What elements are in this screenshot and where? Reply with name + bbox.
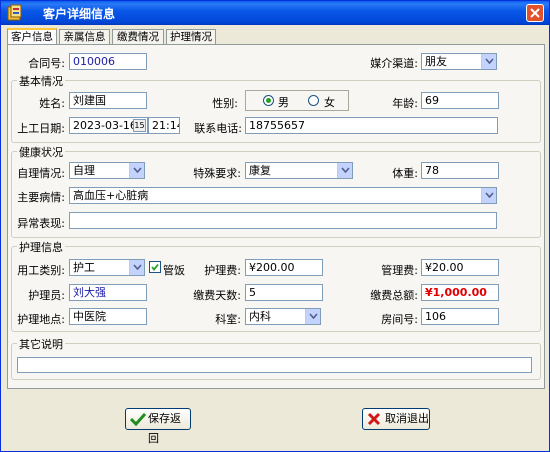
room-label: 房间号: — [381, 313, 418, 326]
age-label: 年龄: — [392, 97, 418, 110]
meal-checkbox[interactable] — [149, 261, 161, 273]
calendar-icon[interactable]: 15 — [133, 119, 146, 132]
dept-label: 科室: — [215, 313, 241, 326]
gender-radio-group: 男 女 — [245, 90, 349, 111]
chevron-down-icon[interactable] — [305, 309, 320, 324]
abnormal-label: 异常表现: — [17, 217, 65, 230]
place-label: 护理地点: — [17, 313, 65, 326]
selfcare-select[interactable]: 自理 — [69, 162, 145, 179]
worktype-value: 护工 — [73, 261, 95, 274]
time-field[interactable]: 21:14 — [148, 117, 180, 134]
save-button[interactable]: 保存返回 — [125, 408, 191, 445]
cancel-button-label: 取消退出 — [385, 412, 429, 425]
chevron-down-icon[interactable] — [337, 163, 352, 178]
place-field[interactable]: 中医院 — [69, 308, 147, 325]
contract-field[interactable]: 010006 — [69, 53, 147, 70]
days-field[interactable]: 5 — [245, 284, 323, 301]
selfcare-value: 自理 — [73, 164, 95, 177]
female-label: 女 — [324, 96, 335, 109]
other-notes-field[interactable] — [17, 357, 532, 373]
tab-customer-info[interactable]: 客户信息 — [7, 28, 57, 45]
window-title: 客户详细信息 — [43, 7, 116, 21]
tab-relatives-info[interactable]: 亲属信息 — [59, 29, 110, 44]
contract-label: 合同号: — [28, 57, 65, 70]
chevron-down-icon[interactable] — [129, 260, 144, 275]
date-field[interactable]: 2023-03-16 15 — [69, 117, 148, 134]
channel-value: 朋友 — [425, 55, 447, 68]
carefee-label: 护理费: — [204, 264, 241, 277]
tab-payment-info[interactable]: 缴费情况 — [112, 29, 164, 44]
mgmtfee-label: 管理费: — [381, 264, 418, 277]
gender-label: 性别: — [212, 97, 238, 110]
cross-icon — [367, 412, 381, 426]
cancel-button[interactable]: 取消退出 — [362, 408, 430, 430]
channel-label: 媒介渠道: — [370, 57, 418, 70]
chevron-down-icon[interactable] — [481, 188, 496, 203]
age-field[interactable]: 69 — [421, 92, 499, 109]
title-bar[interactable]: 客户详细信息 — [1, 1, 549, 25]
worktype-label: 用工类别: — [17, 264, 65, 277]
male-radio[interactable] — [263, 95, 274, 106]
weight-field[interactable]: 78 — [421, 162, 499, 179]
male-label: 男 — [278, 96, 289, 109]
check-icon — [130, 412, 146, 426]
total-field[interactable]: ¥1,000.00 — [421, 284, 499, 301]
name-field[interactable]: 刘建国 — [69, 92, 147, 109]
selfcare-label: 自理情况: — [17, 167, 65, 180]
tab-care-info[interactable]: 护理情况 — [166, 29, 216, 44]
dept-select[interactable]: 内科 — [245, 308, 321, 325]
close-button[interactable] — [526, 4, 544, 22]
female-radio[interactable] — [308, 95, 319, 106]
caregiver-field[interactable]: 刘大强 — [69, 284, 147, 301]
total-label: 缴费总额: — [370, 289, 418, 302]
dept-value: 内科 — [249, 310, 271, 323]
abnormal-field[interactable] — [69, 212, 497, 229]
weight-label: 体重: — [392, 167, 418, 180]
worktype-select[interactable]: 护工 — [69, 259, 145, 276]
health-title: 健康状况 — [17, 144, 65, 160]
close-icon — [530, 8, 540, 18]
date-value: 2023-03-16 — [73, 119, 137, 132]
mgmtfee-field[interactable]: ¥20.00 — [421, 259, 499, 276]
check-icon — [151, 263, 159, 271]
room-field[interactable]: 106 — [421, 308, 499, 325]
carefee-field[interactable]: ¥200.00 — [245, 259, 323, 276]
special-value: 康复 — [249, 164, 271, 177]
phone-label: 联系电话: — [194, 122, 242, 135]
caregiver-label: 护理员: — [28, 289, 65, 302]
care-title: 护理信息 — [17, 239, 65, 255]
channel-select[interactable]: 朋友 — [421, 53, 497, 70]
name-label: 姓名: — [39, 97, 65, 110]
special-select[interactable]: 康复 — [245, 162, 353, 179]
days-label: 缴费天数: — [193, 289, 241, 302]
other-title: 其它说明 — [17, 336, 65, 352]
disease-value: 高血压+心脏病 — [73, 189, 149, 202]
app-icon — [7, 4, 22, 21]
save-button-label: 保存返回 — [148, 412, 181, 445]
chevron-down-icon[interactable] — [129, 163, 144, 178]
date-label: 上工日期: — [17, 122, 65, 135]
dialog-window: 客户详细信息 客户信息 亲属信息 缴费情况 护理情况 合同号: 010006 媒… — [0, 0, 550, 452]
disease-select[interactable]: 高血压+心脏病 — [69, 187, 497, 204]
meal-label: 管饭 — [163, 264, 185, 277]
special-label: 特殊要求: — [193, 167, 241, 180]
tab-panel: 合同号: 010006 媒介渠道: 朋友 基本情况 姓名: 刘建国 性别: 男 … — [7, 44, 545, 389]
disease-label: 主要病情: — [17, 191, 65, 204]
basic-info-title: 基本情况 — [17, 73, 65, 89]
chevron-down-icon[interactable] — [481, 54, 496, 69]
phone-field[interactable]: 18755657 — [245, 117, 498, 134]
